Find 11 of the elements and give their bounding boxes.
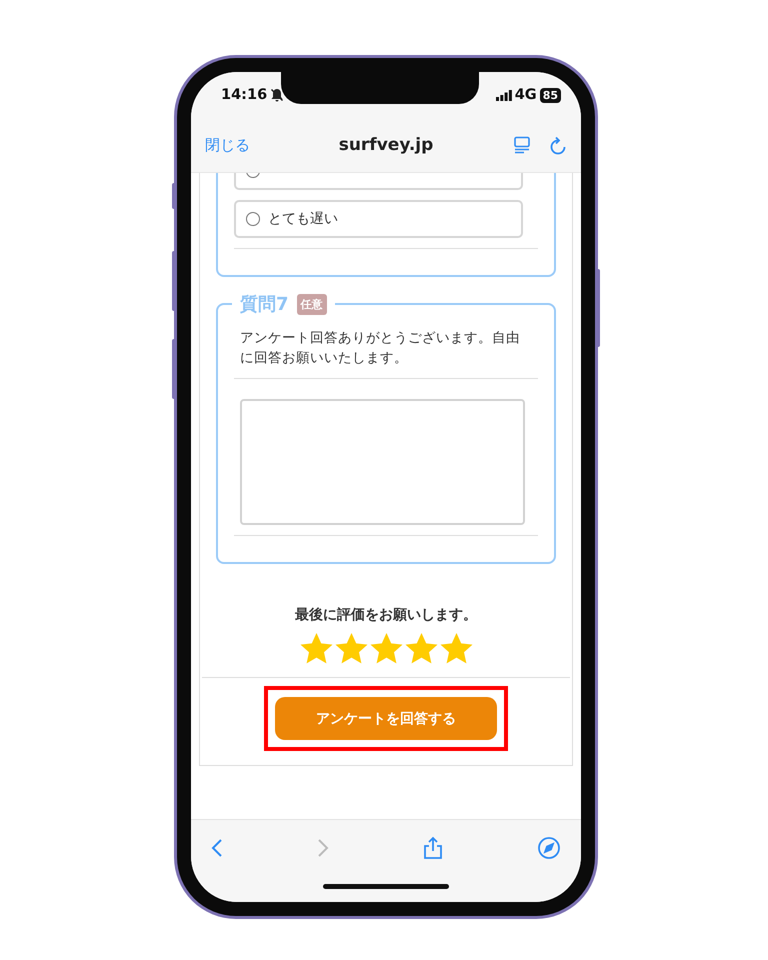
answer-option[interactable]: とても遅い bbox=[234, 200, 523, 238]
optional-badge: 任意 bbox=[296, 294, 327, 314]
site-title: surfvey.jp bbox=[338, 135, 434, 155]
question-text: アンケート回答ありがとうございます。自由に回答お願いいたします。 bbox=[239, 329, 521, 368]
submit-button[interactable]: アンケートを回答する bbox=[275, 697, 497, 740]
status-time: 14:16 bbox=[221, 87, 268, 103]
battery-level: 85 bbox=[540, 88, 561, 102]
close-link[interactable]: 閉じる bbox=[205, 136, 250, 154]
question-title: 質問7 bbox=[240, 293, 289, 316]
rating-prompt: 最後に評価をお願いします。 bbox=[295, 606, 477, 624]
network-label: 4G bbox=[514, 87, 537, 103]
